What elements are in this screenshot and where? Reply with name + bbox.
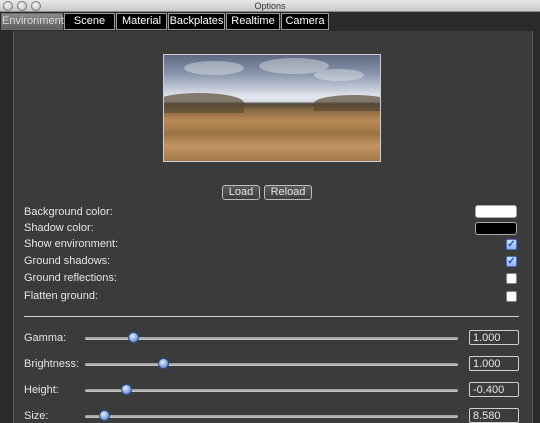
- gamma-field[interactable]: [469, 330, 519, 345]
- tab-material[interactable]: Material: [116, 13, 167, 30]
- window-titlebar: Options: [0, 0, 540, 12]
- environment-panel: Load Reload Background color: Shadow col…: [13, 31, 533, 423]
- shadow-color-label: Shadow color:: [24, 222, 94, 234]
- ground-reflections-label: Ground reflections:: [24, 272, 117, 284]
- background-color-swatch[interactable]: [475, 205, 517, 218]
- flatten-ground-checkbox[interactable]: [506, 291, 517, 302]
- minimize-window-button[interactable]: [17, 1, 27, 11]
- reload-button[interactable]: Reload: [264, 185, 312, 200]
- brightness-slider[interactable]: [85, 358, 458, 369]
- ground-reflections-checkbox[interactable]: [506, 273, 517, 284]
- close-window-button[interactable]: [3, 1, 13, 11]
- gamma-slider[interactable]: [85, 332, 458, 343]
- height-slider[interactable]: [85, 384, 458, 395]
- show-environment-label: Show environment:: [24, 238, 119, 250]
- environment-preview-image: [163, 54, 381, 162]
- background-color-label: Background color:: [24, 206, 113, 218]
- brightness-field[interactable]: [469, 356, 519, 371]
- ground-shadows-label: Ground shadows:: [24, 255, 111, 267]
- size-slider[interactable]: [85, 410, 458, 421]
- gamma-slider-thumb[interactable]: [128, 332, 140, 343]
- show-environment-checkbox[interactable]: ✓: [506, 239, 517, 250]
- load-button[interactable]: Load: [222, 185, 260, 200]
- tab-environment[interactable]: Environment: [1, 13, 64, 30]
- section-divider: [24, 316, 519, 317]
- height-label: Height:: [24, 384, 59, 396]
- ground-shadows-checkbox[interactable]: ✓: [506, 256, 517, 267]
- shadow-color-swatch[interactable]: [475, 222, 517, 235]
- flatten-ground-label: Flatten ground:: [24, 290, 98, 302]
- tab-bar: Environment Scene Material Backplates Re…: [0, 12, 540, 31]
- height-slider-thumb[interactable]: [121, 384, 133, 395]
- height-field[interactable]: [469, 382, 519, 397]
- size-slider-thumb[interactable]: [98, 410, 110, 421]
- tab-backplates[interactable]: Backplates: [168, 13, 225, 30]
- zoom-window-button[interactable]: [31, 1, 41, 11]
- tab-scene[interactable]: Scene: [64, 13, 115, 30]
- window-title: Options: [254, 1, 286, 11]
- tab-camera[interactable]: Camera: [281, 13, 329, 30]
- tab-realtime[interactable]: Realtime: [226, 13, 280, 30]
- size-field[interactable]: [469, 408, 519, 423]
- size-label: Size:: [24, 410, 49, 422]
- brightness-slider-thumb[interactable]: [158, 358, 170, 369]
- brightness-label: Brightness:: [24, 358, 80, 370]
- gamma-label: Gamma:: [24, 332, 67, 344]
